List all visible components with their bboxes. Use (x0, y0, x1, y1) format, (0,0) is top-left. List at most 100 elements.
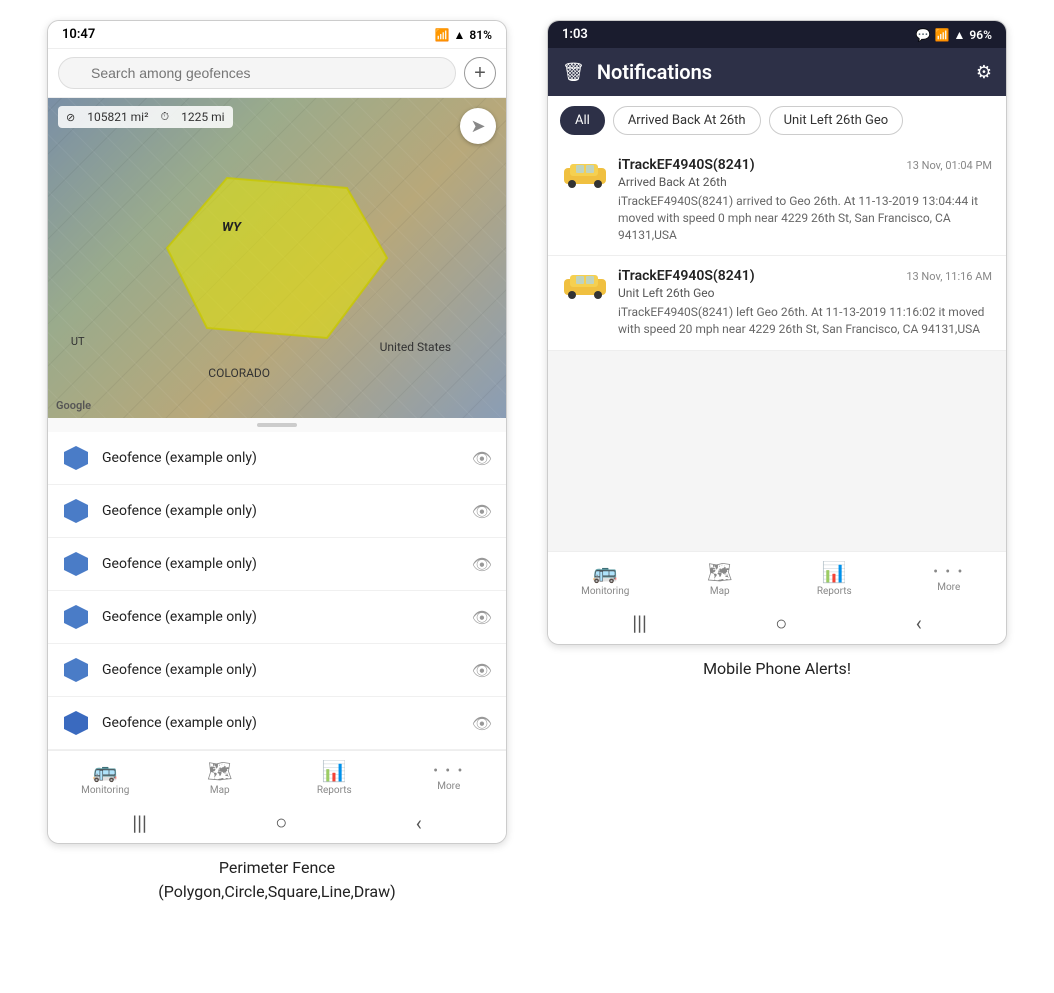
compass-button[interactable]: ➤ (460, 108, 496, 144)
nav-more-right[interactable]: • • • More (919, 564, 979, 593)
right-status-icons: 💬 📶 ▲ 96% (916, 28, 992, 42)
eye-slash-icon[interactable]: 👁 (472, 608, 492, 627)
left-time: 10:47 (62, 27, 95, 42)
signal-icon: ▲ (454, 28, 466, 42)
filter-left-label: Unit Left 26th Geo (784, 113, 889, 128)
nav-monitoring-right[interactable]: 🚌 Monitoring (575, 560, 635, 597)
reports-icon: 📊 (322, 759, 347, 783)
back-button[interactable]: ‹ (916, 611, 922, 635)
notifications-header: 🗑 Notifications ⚙ (548, 48, 1006, 96)
eye-slash-icon[interactable]: 👁 (472, 661, 492, 680)
map-label-co: COLORADO (208, 366, 270, 380)
right-phone-frame: 1:03 💬 📶 ▲ 96% 🗑 Notifications ⚙ All (547, 20, 1007, 645)
home-button[interactable]: ○ (275, 810, 287, 835)
battery-label: 96% (969, 28, 992, 42)
geofence-item[interactable]: Geofence (example only) 👁 (48, 697, 506, 750)
nav-reports[interactable]: 📊 Reports (304, 759, 364, 796)
notif-event-2: Unit Left 26th Geo (618, 286, 992, 300)
nav-monitoring[interactable]: 🚌 Monitoring (75, 759, 135, 796)
geofence-item[interactable]: Geofence (example only) 👁 (48, 485, 506, 538)
back-button[interactable]: ‹ (416, 811, 422, 835)
add-geofence-button[interactable]: + (464, 57, 496, 89)
nav-reports-right[interactable]: 📊 Reports (804, 560, 864, 597)
geofence-polygon-icon (62, 497, 90, 525)
wifi-icon: 📶 (435, 28, 450, 42)
settings-icon[interactable]: ⚙ (976, 62, 992, 83)
nav-map-right[interactable]: 🗺 Map (690, 560, 750, 597)
map-label-ut: UT (71, 335, 85, 348)
right-status-bar: 1:03 💬 📶 ▲ 96% (548, 21, 1006, 48)
scroll-pill (257, 423, 297, 427)
more-icon: • • • (933, 564, 964, 580)
nav-more[interactable]: • • • More (419, 763, 479, 792)
left-bottom-nav: 🚌 Monitoring 🗺 Map 📊 Reports • • • More (48, 750, 506, 800)
nav-reports-label: Reports (817, 586, 852, 597)
geofence-name: Geofence (example only) (102, 662, 460, 678)
notif-description-2: iTrackEF4940S(8241) left Geo 26th. At 11… (618, 304, 992, 338)
geofence-polygon (147, 158, 407, 358)
filter-all[interactable]: All (560, 106, 605, 135)
geofence-item[interactable]: Geofence (example only) 👁 (48, 591, 506, 644)
search-input[interactable] (58, 57, 456, 89)
car-icon-1 (562, 157, 608, 193)
left-phone-frame: 10:47 📶 ▲ 81% 🔍 + (47, 20, 507, 844)
eye-slash-icon[interactable]: 👁 (472, 502, 492, 521)
geofence-name: Geofence (example only) (102, 556, 460, 572)
map-area[interactable]: ⊘ 105821 mi² ⏱ 1225 mi ➤ WY United Stat (48, 98, 506, 418)
left-status-bar: 10:47 📶 ▲ 81% (48, 21, 506, 49)
eye-slash-icon[interactable]: 👁 (472, 714, 492, 733)
eye-slash-icon[interactable]: 👁 (472, 555, 492, 574)
recent-apps-button[interactable]: ||| (632, 611, 647, 635)
more-icon: • • • (433, 763, 464, 779)
battery-label: 81% (469, 28, 492, 42)
geofence-name: Geofence (example only) (102, 503, 460, 519)
filter-arrived[interactable]: Arrived Back At 26th (613, 106, 761, 135)
notification-item-2[interactable]: iTrackEF4940S(8241) 13 Nov, 11:16 AM Uni… (548, 256, 1006, 351)
map-icon: 🗺 (707, 560, 732, 584)
map-label-us: United States (380, 340, 451, 354)
map-background: ⊘ 105821 mi² ⏱ 1225 mi ➤ WY United Stat (48, 98, 506, 418)
right-caption: Mobile Phone Alerts! (703, 657, 851, 681)
geofence-name: Geofence (example only) (102, 609, 460, 625)
left-caption-text: Perimeter Fence(Polygon,Circle,Square,Li… (158, 858, 395, 901)
filter-arrived-label: Arrived Back At 26th (628, 113, 746, 128)
geofence-item[interactable]: Geofence (example only) 👁 (48, 644, 506, 697)
monitoring-icon: 🚌 (593, 560, 618, 584)
notif-event-1: Arrived Back At 26th (618, 175, 992, 189)
wifi-icon: 📶 (935, 28, 950, 42)
right-bottom-nav: 🚌 Monitoring 🗺 Map 📊 Reports • • • More (548, 551, 1006, 601)
chat-icon: 💬 (916, 28, 931, 42)
notification-content-2: iTrackEF4940S(8241) 13 Nov, 11:16 AM Uni… (618, 268, 992, 338)
notification-item-1[interactable]: iTrackEF4940S(8241) 13 Nov, 01:04 PM Arr… (548, 145, 1006, 256)
geofence-polygon-icon (62, 656, 90, 684)
right-home-bar: ||| ○ ‹ (548, 601, 1006, 644)
map-stats: ⊘ 105821 mi² ⏱ 1225 mi (58, 106, 233, 128)
left-caption: Perimeter Fence(Polygon,Circle,Square,Li… (158, 856, 395, 904)
eye-slash-icon[interactable]: 👁 (472, 449, 492, 468)
left-phone-wrapper: 10:47 📶 ▲ 81% 🔍 + (47, 20, 507, 904)
car-icon-2 (562, 268, 608, 304)
delete-icon[interactable]: 🗑 (562, 62, 585, 83)
geofence-item[interactable]: Geofence (example only) 👁 (48, 538, 506, 591)
geofence-name: Geofence (example only) (102, 715, 460, 731)
geofence-item[interactable]: Geofence (example only) 👁 (48, 432, 506, 485)
geofence-list: Geofence (example only) 👁 Geofence (exam… (48, 432, 506, 750)
home-button[interactable]: ○ (775, 611, 787, 636)
geofence-polygon-icon (62, 603, 90, 631)
filter-left[interactable]: Unit Left 26th Geo (769, 106, 904, 135)
distance-label: 1225 mi (181, 110, 224, 124)
area-label: 105821 mi² (87, 110, 148, 124)
left-home-bar: ||| ○ ‹ (48, 800, 506, 843)
notif-top-row-2: iTrackEF4940S(8241) 13 Nov, 11:16 AM (618, 268, 992, 284)
geofence-polygon-icon (62, 550, 90, 578)
empty-notification-area (548, 351, 1006, 551)
nav-map[interactable]: 🗺 Map (190, 759, 250, 796)
geofence-polygon-icon (62, 444, 90, 472)
map-label-wy: WY (222, 220, 241, 235)
recent-apps-button[interactable]: ||| (132, 811, 147, 835)
reports-icon: 📊 (822, 560, 847, 584)
nav-reports-label: Reports (317, 785, 352, 796)
nav-monitoring-label: Monitoring (81, 785, 129, 796)
search-wrap: 🔍 (58, 57, 456, 89)
filter-row: All Arrived Back At 26th Unit Left 26th … (548, 96, 1006, 145)
